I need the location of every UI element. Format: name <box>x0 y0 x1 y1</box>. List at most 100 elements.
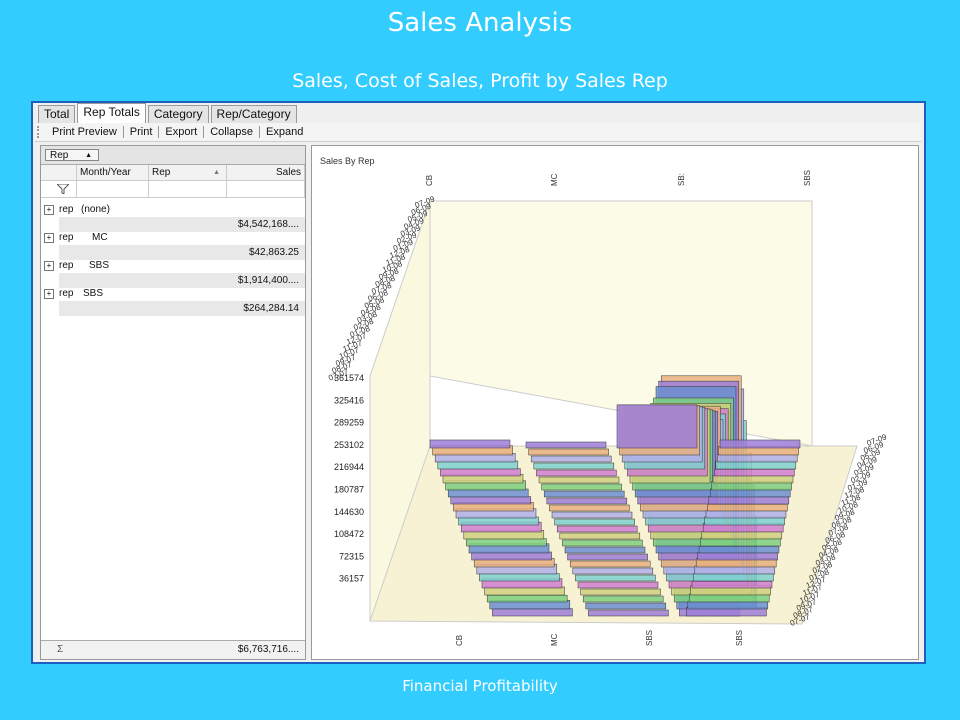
collapse-button[interactable]: Collapse <box>204 126 259 138</box>
group-row-label: rep <box>59 288 74 299</box>
column-header-sales[interactable]: Sales <box>227 165 305 181</box>
bar <box>492 608 573 617</box>
bar <box>719 439 801 449</box>
print-preview-button[interactable]: Print Preview <box>46 126 123 138</box>
bar <box>572 567 654 575</box>
export-button[interactable]: Export <box>159 126 203 138</box>
bar <box>691 580 773 589</box>
filter-icon[interactable] <box>57 184 69 194</box>
group-row[interactable]: + rep MC <box>41 231 305 245</box>
y-tick-label: 325416 <box>334 395 364 405</box>
category-label: CB <box>455 635 464 646</box>
bar <box>564 546 646 554</box>
bar <box>556 525 638 533</box>
bar <box>708 496 790 505</box>
data-grid: Rep ▲ Month/Year Rep ▲ Sales + rep (none… <box>40 145 306 660</box>
y-tick-label: 216944 <box>334 462 364 472</box>
tab-strip: Total Rep Totals Category Rep/Category <box>38 103 299 123</box>
expand-button[interactable]: Expand <box>260 126 309 138</box>
bar <box>698 545 780 554</box>
sum-icon: Σ <box>57 644 64 655</box>
bar <box>616 404 698 449</box>
summary-row: Σ $6,763,716.... <box>41 640 305 659</box>
bar <box>701 531 783 540</box>
group-row-name: (none) <box>81 204 110 215</box>
filter-cell[interactable] <box>41 181 77 198</box>
category-label: SBS <box>645 630 654 646</box>
bar <box>559 532 641 540</box>
expand-icon[interactable]: + <box>44 289 54 299</box>
group-row-label: rep <box>59 204 74 215</box>
chart-title: Sales By Rep <box>320 156 375 166</box>
bar <box>530 455 612 463</box>
bar <box>528 448 609 456</box>
chart-panel: Sales By Rep CB MC SB: SBS 36157 72315 108472 14… <box>311 145 919 660</box>
toolbar: Print Preview Print Export Collapse Expa… <box>35 123 921 142</box>
group-row[interactable]: + rep SBS <box>41 259 305 273</box>
y-tick-label: 144630 <box>334 507 364 517</box>
bar <box>554 518 635 526</box>
sort-asc-icon: ▲ <box>213 169 220 176</box>
bar <box>546 497 628 505</box>
group-row[interactable]: + rep (none) <box>41 203 305 217</box>
expand-icon[interactable]: + <box>44 261 54 271</box>
category-label: MC <box>550 633 559 646</box>
group-row-label: rep <box>59 260 74 271</box>
bar <box>582 595 664 603</box>
bar <box>567 553 648 561</box>
group-row[interactable]: + rep SBS <box>41 287 305 301</box>
bar <box>551 511 633 519</box>
bar <box>693 573 774 582</box>
tab-rep-category[interactable]: Rep/Category <box>210 105 297 123</box>
expand-icon[interactable]: + <box>44 205 54 215</box>
toolbar-grip-icon[interactable] <box>37 126 42 138</box>
expand-icon[interactable]: + <box>44 233 54 243</box>
bar <box>580 588 661 596</box>
slide-subtitle: Sales, Cost of Sales, Profit by Sales Re… <box>292 70 668 92</box>
y-tick-label: 108472 <box>334 529 364 539</box>
y-tick-label: 180787 <box>334 485 364 495</box>
group-row-label: rep <box>59 232 74 243</box>
group-subtotal: $4,542,168.... <box>59 217 305 232</box>
top-category-label: SBS <box>803 170 812 186</box>
sales-by-rep-chart: Sales By Rep CB MC SB: SBS 36157 72315 108472 14… <box>320 156 888 646</box>
bar <box>575 574 656 582</box>
print-button[interactable]: Print <box>124 126 159 138</box>
group-subtotal: $264,284.14 <box>59 301 305 316</box>
column-header-month-year[interactable]: Month/Year <box>77 165 149 181</box>
tab-total[interactable]: Total <box>38 105 76 123</box>
y-tick-label: 289259 <box>334 418 364 428</box>
y-tick-label: 36157 <box>339 574 364 584</box>
top-category-label: CB <box>425 175 434 186</box>
tab-category[interactable]: Category <box>147 105 209 123</box>
bar <box>712 475 794 484</box>
bar <box>562 539 643 547</box>
group-subtotal: $42,863.25 <box>59 245 305 260</box>
group-row-name: SBS <box>83 288 104 299</box>
filter-sales[interactable] <box>227 181 305 198</box>
bar <box>549 504 630 512</box>
bar <box>716 454 798 463</box>
y-tick-label: 72315 <box>339 551 364 561</box>
slide-title: Sales Analysis <box>387 8 573 38</box>
slide-footer: Financial Profitability <box>402 677 558 695</box>
filter-rep[interactable] <box>149 181 227 198</box>
column-header-rep[interactable]: Rep ▲ <box>149 165 227 181</box>
sort-asc-icon: ▲ <box>85 152 92 159</box>
bar <box>697 552 778 561</box>
bar <box>429 439 511 449</box>
tab-rep-totals[interactable]: Rep Totals <box>77 103 146 123</box>
bar <box>541 483 622 491</box>
group-chip-rep[interactable]: Rep ▲ <box>45 149 99 161</box>
bar <box>533 462 615 470</box>
bar <box>543 490 625 498</box>
bar <box>538 476 620 484</box>
group-panel: Rep ▲ <box>41 146 305 165</box>
bar <box>466 538 547 547</box>
filter-month-year[interactable] <box>77 181 149 198</box>
bar <box>705 510 787 519</box>
grand-total: $6,763,716.... <box>237 644 299 655</box>
category-label: SBS <box>735 630 744 646</box>
bar <box>486 594 568 603</box>
top-category-label: SB: <box>677 173 686 186</box>
